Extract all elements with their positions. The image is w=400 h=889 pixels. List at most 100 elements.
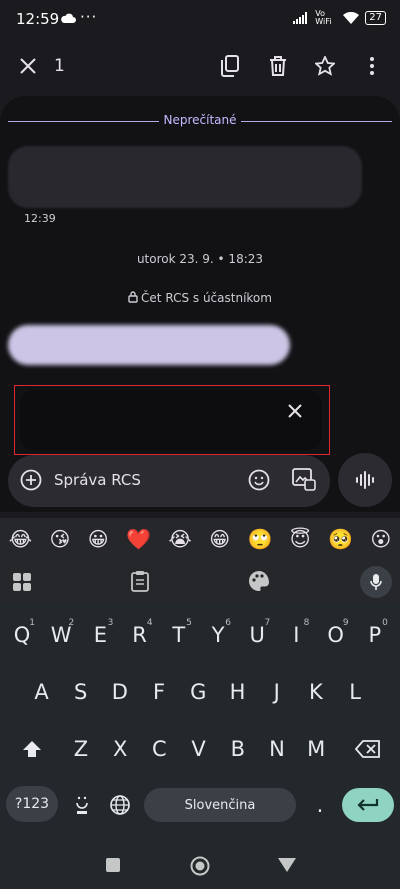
letter-key[interactable]: Z bbox=[63, 724, 99, 774]
space-key[interactable]: Slovenčina bbox=[144, 788, 296, 822]
letter-key[interactable]: K bbox=[298, 667, 334, 717]
letter-key[interactable]: G bbox=[180, 667, 216, 717]
more-notifications-icon: ··· bbox=[80, 8, 98, 26]
selected-message-bubble[interactable] bbox=[8, 325, 290, 365]
copy-button[interactable] bbox=[210, 40, 250, 92]
letter-key[interactable]: V bbox=[181, 724, 217, 774]
letter-key[interactable]: R4 bbox=[122, 610, 158, 660]
key-label: R bbox=[132, 623, 147, 647]
emoji-suggestion[interactable]: 😁 bbox=[209, 527, 230, 551]
message-time: 12:39 bbox=[24, 212, 56, 225]
emoji-suggestion-row: 😂 😘 😀 ❤️ 😭 😁 🙄 😇 🥺 😮 bbox=[0, 518, 400, 560]
date-separator: utorok 23. 9. • 18:23 bbox=[136, 252, 264, 266]
close-selection-button[interactable] bbox=[8, 40, 48, 92]
shift-key[interactable] bbox=[14, 724, 50, 774]
letter-key[interactable]: L bbox=[337, 667, 373, 717]
key-label: C bbox=[152, 737, 167, 761]
letter-key[interactable]: C bbox=[141, 724, 177, 774]
close-icon bbox=[20, 58, 36, 74]
voice-input-button[interactable] bbox=[360, 566, 392, 598]
key-label: T bbox=[172, 623, 186, 647]
close-icon bbox=[288, 404, 302, 418]
letter-key[interactable]: E3 bbox=[82, 610, 118, 660]
emoji-small-icon bbox=[76, 796, 88, 814]
letter-key[interactable]: H bbox=[220, 667, 256, 717]
letter-key[interactable]: B bbox=[220, 724, 256, 774]
letter-key[interactable]: M bbox=[298, 724, 334, 774]
dismiss-reply-button[interactable] bbox=[288, 403, 302, 422]
emoji-suggestion[interactable]: 😭 bbox=[168, 527, 191, 551]
letter-key[interactable]: O9 bbox=[318, 610, 354, 660]
apps-grid-icon[interactable] bbox=[12, 572, 32, 592]
key-label: Q bbox=[13, 623, 31, 647]
key-label: A bbox=[34, 680, 49, 704]
compose-bar: Správa RCS bbox=[8, 455, 330, 507]
backspace-icon bbox=[355, 740, 380, 758]
home-icon[interactable] bbox=[190, 856, 210, 876]
emoji-suggestion[interactable]: 😘 bbox=[50, 527, 71, 551]
emoji-suggestion[interactable]: 😀 bbox=[88, 527, 109, 551]
key-number-hint: 2 bbox=[68, 618, 75, 628]
star-button[interactable] bbox=[305, 40, 345, 92]
language-key[interactable] bbox=[102, 780, 138, 830]
selection-toolbar: 1 bbox=[0, 40, 400, 96]
status-bar: 12:59 ··· Vo WiFi 27 bbox=[0, 0, 400, 40]
keyboard-toolbar bbox=[0, 560, 400, 602]
key-number-hint: 6 bbox=[225, 618, 231, 628]
letter-key[interactable]: J bbox=[259, 667, 295, 717]
message-input[interactable]: Správa RCS bbox=[54, 471, 141, 489]
gallery-icon[interactable] bbox=[292, 467, 316, 491]
letter-key[interactable]: X bbox=[102, 724, 138, 774]
emoji-suggestion[interactable]: ❤️ bbox=[126, 527, 151, 551]
letter-key[interactable]: W2 bbox=[43, 610, 79, 660]
mic-icon bbox=[370, 574, 382, 590]
symbols-key[interactable]: ?123 bbox=[6, 786, 58, 822]
emoji-suggestion[interactable]: 🥺 bbox=[328, 527, 353, 551]
letter-key[interactable]: A bbox=[24, 667, 60, 717]
letter-key[interactable]: P0 bbox=[357, 610, 393, 660]
voice-message-button[interactable] bbox=[338, 453, 392, 507]
letter-key[interactable]: S bbox=[63, 667, 99, 717]
key-label: S bbox=[74, 680, 88, 704]
letter-key[interactable]: U7 bbox=[239, 610, 275, 660]
back-icon[interactable] bbox=[278, 858, 296, 872]
key-label: O bbox=[327, 623, 344, 647]
emoji-key[interactable] bbox=[64, 780, 100, 830]
rcs-chat-note: Čet RCS s účastníkom bbox=[0, 291, 400, 305]
letter-key[interactable]: T5 bbox=[161, 610, 197, 660]
copy-icon bbox=[221, 55, 239, 77]
key-label: G bbox=[190, 680, 207, 704]
delete-button[interactable] bbox=[258, 40, 298, 92]
unread-label: Neprečítané bbox=[159, 113, 241, 127]
incoming-message-bubble[interactable] bbox=[8, 146, 362, 208]
emoji-suggestion[interactable]: 🙄 bbox=[247, 527, 272, 551]
palette-icon[interactable] bbox=[248, 570, 270, 592]
recents-icon[interactable] bbox=[106, 858, 120, 872]
key-label: X bbox=[112, 737, 128, 761]
emoji-suggestion[interactable]: 😂 bbox=[9, 527, 32, 551]
add-attachment-icon[interactable] bbox=[20, 469, 42, 491]
letter-key[interactable]: Y6 bbox=[200, 610, 236, 660]
period-key[interactable]: . bbox=[302, 780, 338, 830]
backspace-key[interactable] bbox=[350, 724, 386, 774]
key-number-hint: 9 bbox=[342, 618, 349, 628]
key-label: U bbox=[249, 623, 265, 647]
letter-key[interactable]: F bbox=[141, 667, 177, 717]
letter-key[interactable]: I8 bbox=[278, 610, 314, 660]
enter-key[interactable] bbox=[342, 788, 394, 822]
key-label: B bbox=[230, 737, 245, 761]
letter-key[interactable]: N bbox=[259, 724, 295, 774]
emoji-suggestion[interactable]: 😇 bbox=[290, 527, 311, 551]
emoji-icon[interactable] bbox=[248, 469, 270, 491]
key-number-hint: 8 bbox=[303, 618, 310, 628]
more-vert-icon bbox=[370, 57, 374, 75]
key-label: F bbox=[153, 680, 166, 704]
key-number-hint: 4 bbox=[146, 618, 153, 628]
clipboard-icon[interactable] bbox=[131, 570, 149, 592]
letter-key[interactable]: Q1 bbox=[4, 610, 40, 660]
emoji-suggestion[interactable]: 😮 bbox=[370, 527, 391, 551]
letter-key[interactable]: D bbox=[102, 667, 138, 717]
more-options-button[interactable] bbox=[352, 40, 392, 92]
key-label: M bbox=[307, 737, 326, 761]
key-label: N bbox=[269, 737, 285, 761]
